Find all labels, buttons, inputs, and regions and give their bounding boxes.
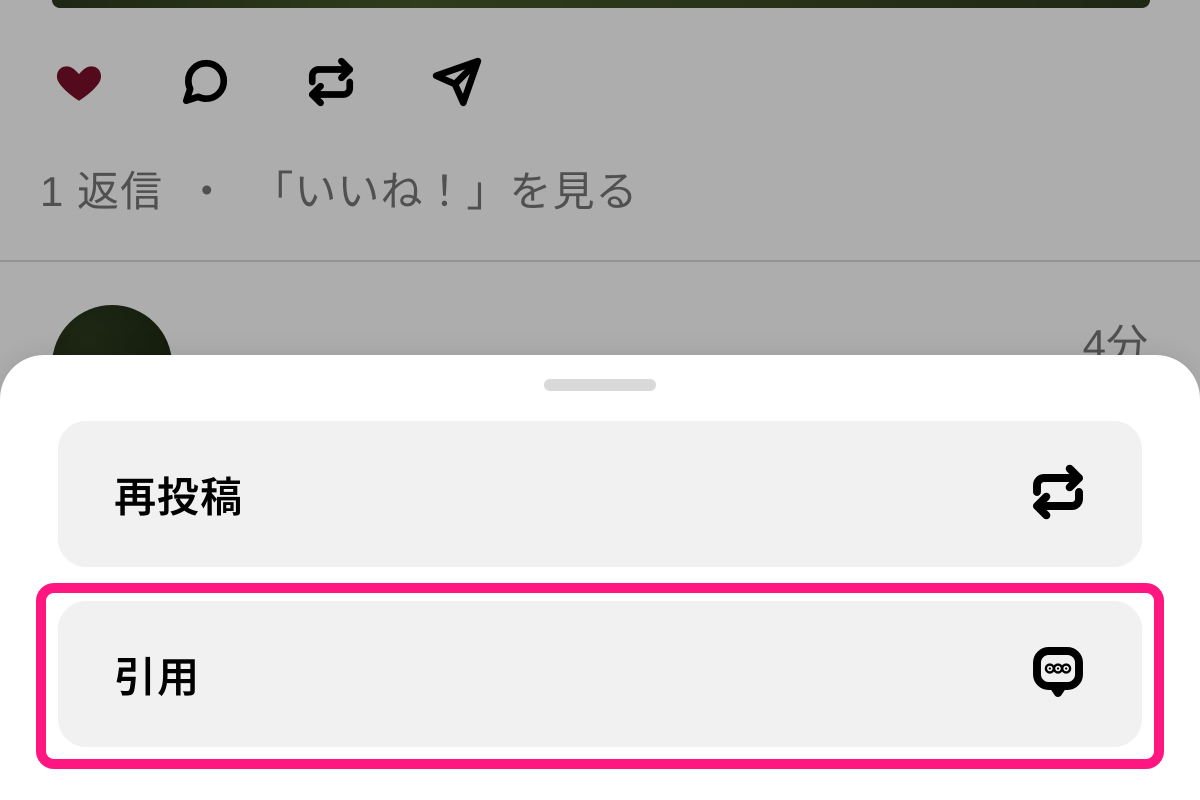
repost-option-label: 再投稿 — [114, 464, 243, 525]
repost-options-sheet: 再投稿 引用 — [0, 355, 1200, 800]
repost-icon — [1030, 464, 1086, 525]
quote-option-label: 引用 — [114, 644, 200, 705]
repost-option[interactable]: 再投稿 — [58, 421, 1142, 567]
quote-icon — [1030, 644, 1086, 705]
sheet-grab-handle[interactable] — [544, 379, 656, 391]
quote-option[interactable]: 引用 — [58, 601, 1142, 747]
